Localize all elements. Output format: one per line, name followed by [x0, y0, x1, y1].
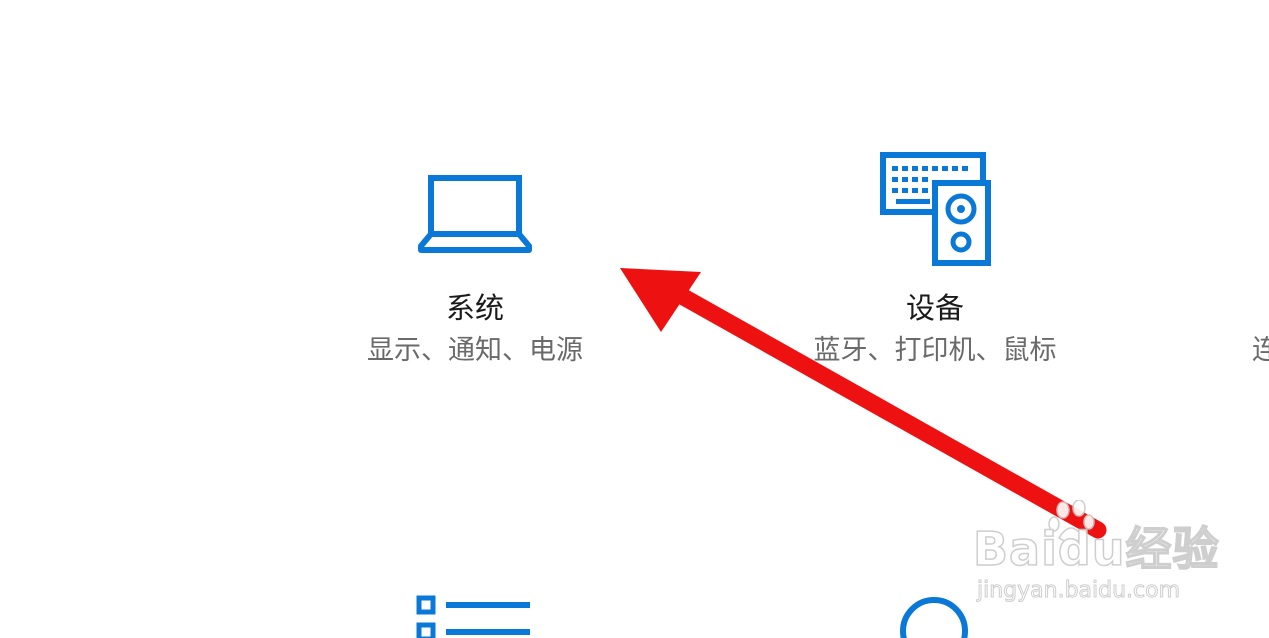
settings-tile-partial[interactable]: 连 [1236, 320, 1269, 380]
tile-description: 显示、通知、电源 [367, 335, 583, 366]
settings-tile-apps[interactable] [400, 585, 550, 638]
baidu-watermark: Baidu经验 jingyan.baidu.com [965, 500, 1219, 610]
settings-tile-devices[interactable]: 设备 蓝牙、打印机、鼠标 [790, 140, 1080, 380]
tile-title: 系统 [445, 291, 504, 325]
tile-description: 连 [1252, 335, 1269, 366]
tile-title: 设备 [905, 291, 964, 325]
laptop-icon [418, 175, 532, 253]
settings-tile-system[interactable]: 系统 显示、通知、电源 [340, 150, 610, 380]
tile-description: 蓝牙、打印机、鼠标 [813, 335, 1057, 366]
settings-home: 系统 显示、通知、电源 设备 蓝牙、打印机、鼠标 连 Baidu经验 jingy… [0, 0, 1269, 638]
keyboard-speaker-icon [880, 152, 991, 266]
settings-tile-accounts[interactable] [880, 585, 1000, 638]
watermark-logo-text: Baidu经验 [972, 522, 1220, 576]
apps-list-icon [416, 595, 530, 638]
paw-icon [1048, 500, 1095, 543]
watermark-url: jingyan.baidu.com [976, 578, 1181, 604]
account-icon [900, 597, 968, 638]
